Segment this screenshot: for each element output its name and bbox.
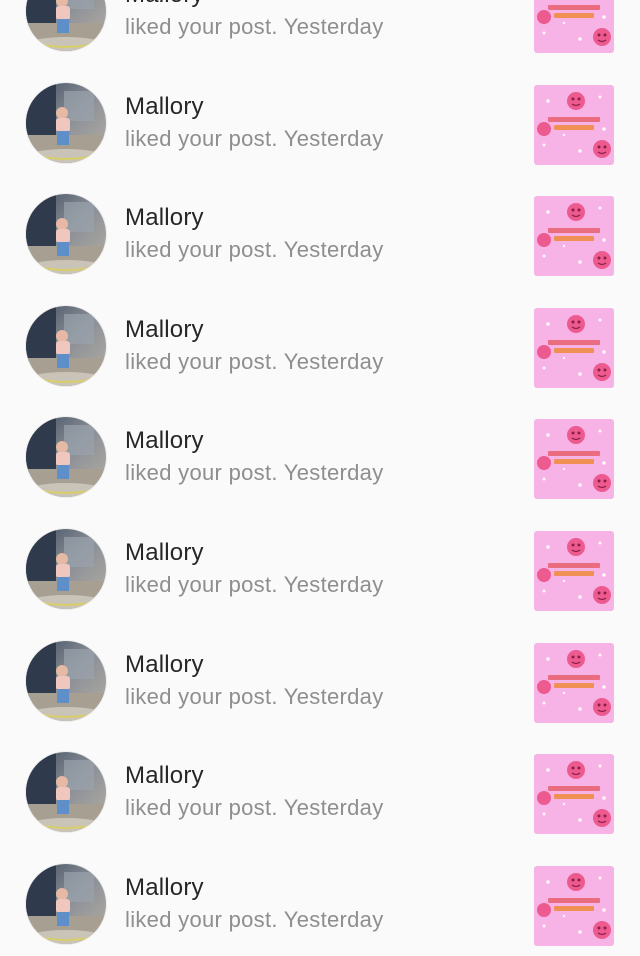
notification-username[interactable]: Mallory — [125, 93, 204, 121]
notification-username[interactable]: Mallory — [125, 651, 204, 679]
notification-row[interactable]: Mallory liked your post. Yesterday — [0, 733, 640, 845]
avatar[interactable] — [26, 82, 106, 163]
notification-text: liked your post. Yesterday — [125, 460, 384, 486]
notification-username[interactable]: Mallory — [125, 539, 204, 567]
post-thumbnail[interactable] — [534, 307, 614, 388]
notification-row[interactable]: Mallory liked your post. Yesterday — [0, 175, 640, 287]
notification-time: Yesterday — [283, 683, 384, 709]
post-thumbnail[interactable] — [534, 754, 614, 835]
notification-username[interactable]: Mallory — [125, 427, 204, 455]
avatar[interactable] — [26, 640, 106, 721]
notification-row[interactable]: Mallory liked your post. Yesterday — [0, 622, 640, 734]
post-thumbnail[interactable] — [534, 196, 614, 277]
post-thumbnail[interactable] — [534, 530, 614, 611]
notification-action: liked your post. — [125, 571, 278, 597]
notification-username[interactable]: Mallory — [125, 874, 204, 902]
notification-username[interactable]: Mallory — [125, 0, 204, 9]
avatar[interactable] — [26, 528, 106, 609]
notification-row[interactable]: Mallory liked your post. Yesterday — [0, 398, 640, 510]
notification-time: Yesterday — [283, 237, 384, 263]
post-thumbnail[interactable] — [534, 865, 614, 946]
post-thumbnail[interactable] — [534, 642, 614, 723]
notification-text: liked your post. Yesterday — [125, 237, 384, 263]
notification-row[interactable]: Mallory liked your post. Yesterday — [0, 64, 640, 176]
notification-text: liked your post. Yesterday — [125, 349, 384, 375]
avatar[interactable] — [26, 417, 106, 498]
notification-row[interactable]: Mallory liked your post. Yesterday — [0, 0, 640, 64]
notification-time: Yesterday — [283, 14, 384, 39]
notification-text: liked your post. Yesterday — [125, 14, 384, 40]
notification-action: liked your post. — [125, 906, 278, 932]
notification-text: liked your post. Yesterday — [125, 907, 384, 933]
avatar[interactable] — [26, 305, 106, 386]
post-thumbnail[interactable] — [534, 419, 614, 500]
notification-row[interactable]: Mallory liked your post. Yesterday — [0, 287, 640, 399]
notification-action: liked your post. — [125, 14, 278, 39]
notification-text: liked your post. Yesterday — [125, 126, 384, 152]
notification-action: liked your post. — [125, 125, 278, 151]
notification-row[interactable]: Mallory liked your post. Yesterday — [0, 510, 640, 622]
notification-action: liked your post. — [125, 460, 278, 486]
avatar[interactable] — [26, 0, 106, 51]
notification-time: Yesterday — [283, 125, 384, 151]
notification-list: Mallory liked your post. Yesterday — [0, 0, 640, 956]
notification-time: Yesterday — [283, 795, 384, 821]
notification-username[interactable]: Mallory — [125, 204, 204, 232]
notification-action: liked your post. — [125, 237, 278, 263]
notification-text: liked your post. Yesterday — [125, 572, 384, 598]
notification-username[interactable]: Mallory — [125, 762, 204, 790]
notification-action: liked your post. — [125, 683, 278, 709]
notification-time: Yesterday — [283, 348, 384, 374]
avatar[interactable] — [26, 752, 106, 833]
notification-time: Yesterday — [283, 571, 384, 597]
notification-action: liked your post. — [125, 795, 278, 821]
post-thumbnail[interactable] — [534, 84, 614, 165]
notification-row[interactable]: Mallory liked your post. Yesterday — [0, 845, 640, 956]
post-thumbnail[interactable] — [534, 0, 614, 53]
notification-text: liked your post. Yesterday — [125, 795, 384, 821]
avatar[interactable] — [26, 863, 106, 944]
notification-time: Yesterday — [283, 460, 384, 486]
notification-text: liked your post. Yesterday — [125, 684, 384, 710]
notification-action: liked your post. — [125, 348, 278, 374]
avatar[interactable] — [26, 194, 106, 275]
notification-time: Yesterday — [283, 906, 384, 932]
notification-username[interactable]: Mallory — [125, 316, 204, 344]
